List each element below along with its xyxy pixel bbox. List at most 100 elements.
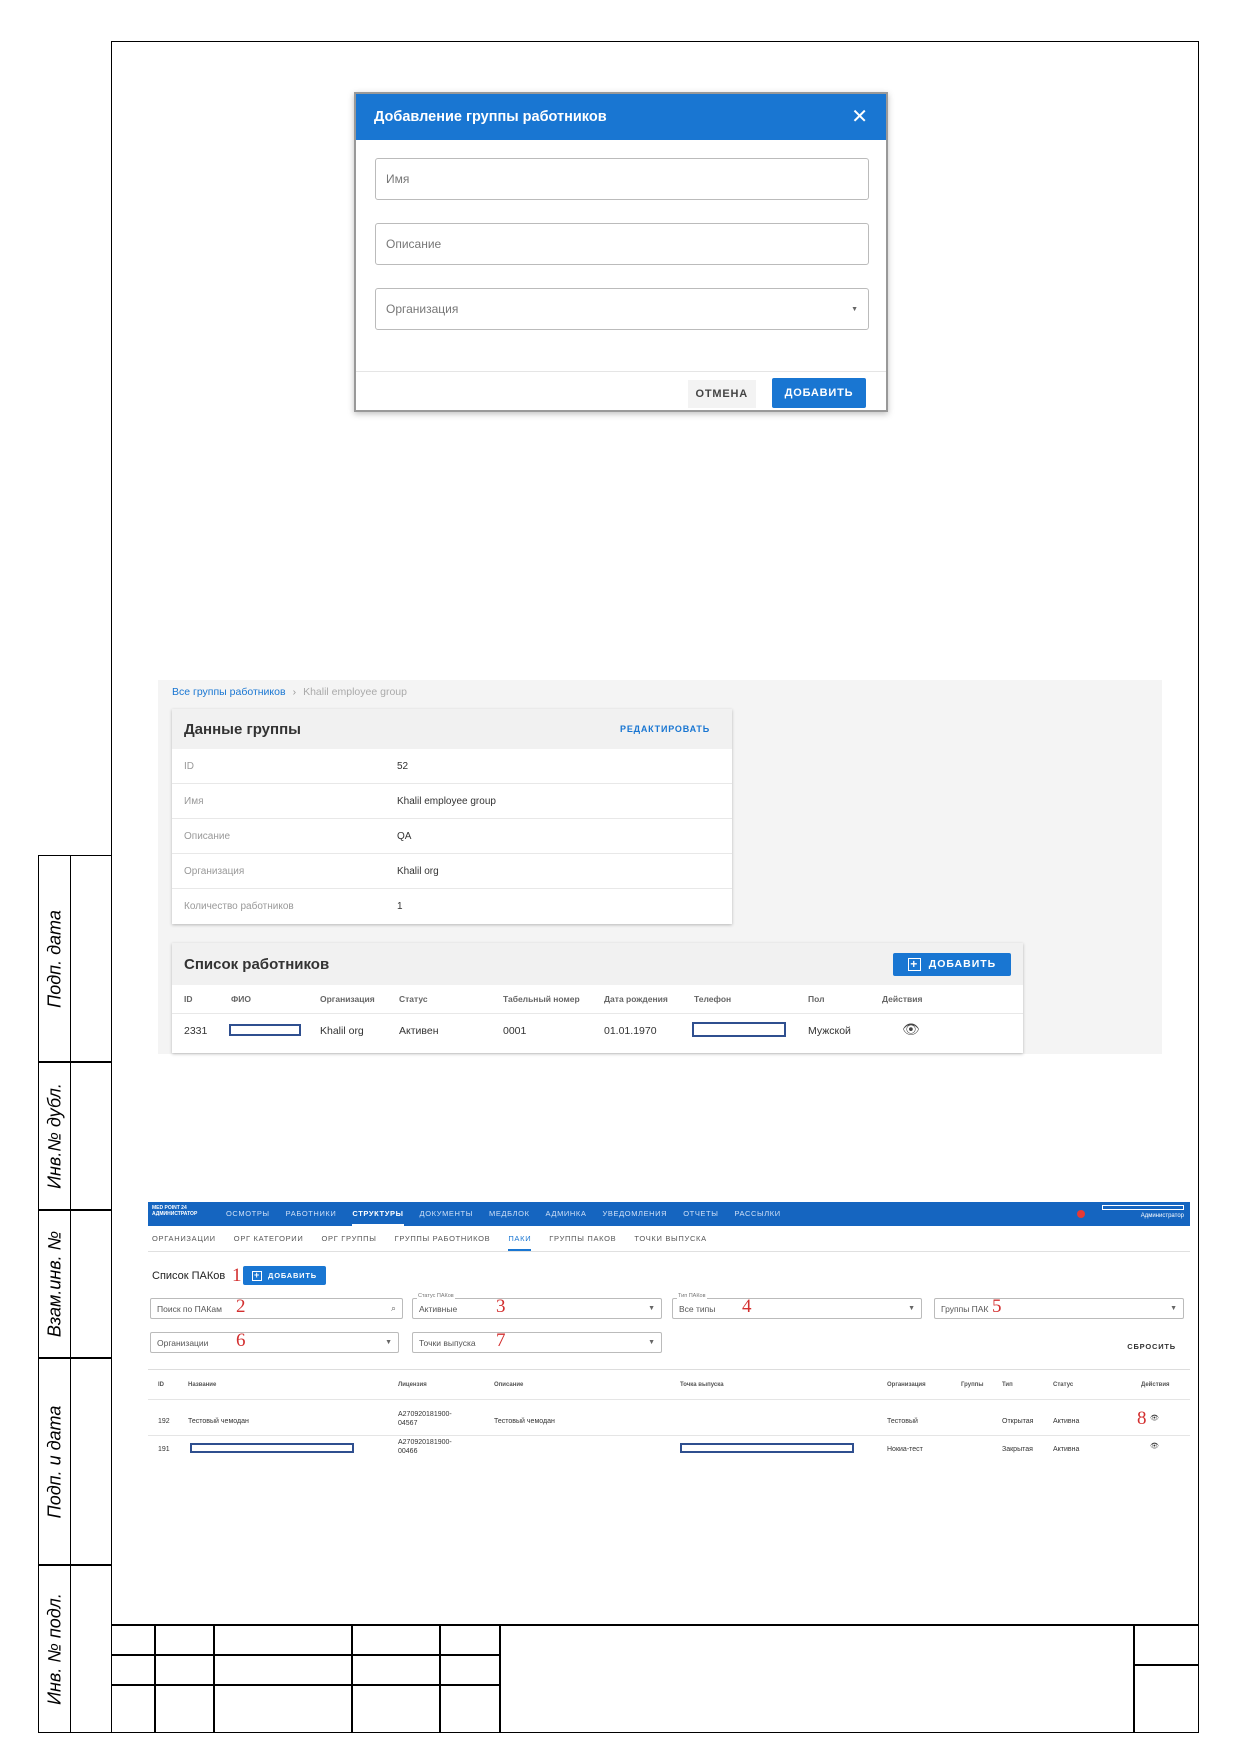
menu-item[interactable]: РАССЫЛКИ (734, 1209, 780, 1226)
organizations-select[interactable]: Организации ▼ (150, 1332, 399, 1353)
detail-value: 1 (397, 901, 403, 912)
table-row: 2331 Khalil org Активен 0001 01.01.1970 … (172, 1013, 1023, 1049)
subnav-item-active[interactable]: ПАКИ (508, 1234, 532, 1251)
menu-item[interactable]: РАБОТНИКИ (286, 1209, 337, 1226)
breadcrumb: Все группы работников › Khalil employee gr… (172, 686, 407, 698)
detail-key: Описание (184, 830, 231, 842)
cell-type: Закрытая (1002, 1446, 1033, 1453)
menu-item-active[interactable]: СТРУКТУРЫ (352, 1209, 404, 1226)
subnav-item[interactable]: ТОЧКИ ВЫПУСКА (634, 1234, 706, 1251)
user-menu[interactable]: Администратор (1102, 1205, 1184, 1223)
cell-id: 192 (158, 1418, 170, 1425)
close-icon[interactable]: ✕ (851, 107, 868, 127)
license-line: 00466 (398, 1448, 418, 1455)
type-value: Все типы (679, 1303, 716, 1314)
divider (148, 1251, 1190, 1252)
dialog-title: Добавление группы работников (374, 109, 607, 125)
cell-description: Тестовый чемодан (494, 1418, 555, 1425)
chevron-down-icon: ▼ (1170, 1305, 1177, 1312)
detail-key: ID (184, 760, 194, 772)
cell-id: 191 (158, 1446, 170, 1453)
status-value: Активные (419, 1303, 458, 1314)
redacted-release-point (680, 1443, 854, 1453)
menu-item[interactable]: МЕДБЛОК (489, 1209, 530, 1226)
menu-item[interactable]: ОСМОТРЫ (226, 1209, 270, 1226)
detail-value: 52 (397, 760, 409, 772)
subnav-item[interactable]: ГРУППЫ РАБОТНИКОВ (395, 1234, 491, 1251)
description-input[interactable]: Описание (375, 223, 869, 265)
points-placeholder: Точки выпуска (419, 1337, 476, 1348)
groups-placeholder: Группы ПАК (941, 1303, 989, 1314)
chevron-down-icon: ▼ (851, 305, 858, 313)
stamp-label: Инв. № подл. (44, 1593, 64, 1705)
cell-id: 2331 (184, 1025, 208, 1037)
name-input[interactable]: Имя (375, 158, 869, 200)
column-header: Организация (887, 1382, 926, 1388)
subnav-item[interactable]: ГРУППЫ ПАКОВ (549, 1234, 616, 1251)
name-placeholder: Имя (386, 172, 410, 186)
stamp-cell: Подп. и дата (38, 1358, 111, 1565)
redacted-phone (692, 1022, 786, 1037)
add-button[interactable]: ДОБАВИТЬ (772, 378, 866, 408)
stamp-label: Подп. и дата (44, 1405, 64, 1518)
table-header: ID ФИО Организация Статус Табельный номе… (172, 985, 1023, 1013)
reset-button[interactable]: СБРОСИТЬ (1127, 1342, 1176, 1351)
notification-dot[interactable] (1077, 1210, 1085, 1218)
type-select[interactable]: Тип ПАКов Все типы ▼ (672, 1293, 922, 1319)
subnav-item[interactable]: ОРГ КАТЕГОРИИ (234, 1234, 304, 1251)
menu-item[interactable]: ОТЧЕТЫ (683, 1209, 718, 1226)
eye-icon[interactable]: 👁 (902, 1021, 920, 1038)
eye-icon[interactable]: 👁 (1150, 1414, 1159, 1423)
menu-item[interactable]: АДМИНКА (546, 1209, 587, 1226)
stamp-label: Взам.инв. № (44, 1230, 64, 1338)
column-header: Действия (1141, 1382, 1170, 1388)
cell-gender: Мужской (808, 1025, 851, 1037)
breadcrumb-root-link[interactable]: Все группы работников (172, 686, 286, 698)
release-points-select[interactable]: Точки выпуска ▼ (412, 1332, 662, 1353)
subnav-item[interactable]: ОРГ ГРУППЫ (322, 1234, 377, 1251)
detail-key: Имя (184, 795, 204, 807)
app-logo: MED POINT 24 АДМИНИСТРАТОР (152, 1205, 197, 1217)
column-header: Название (188, 1382, 217, 1388)
description-placeholder: Описание (386, 237, 442, 251)
subnav-item[interactable]: ОРГАНИЗАЦИИ (152, 1234, 216, 1251)
orgs-placeholder: Организации (157, 1337, 209, 1348)
search-input[interactable]: Поиск по ПАКам ⌕ (150, 1298, 403, 1319)
column-header: Организация (320, 994, 375, 1004)
card-title: Список работников (184, 955, 330, 973)
column-header: ID (184, 994, 193, 1004)
breadcrumb-separator: › (292, 686, 297, 698)
menu-item[interactable]: УВЕДОМЛЕНИЯ (603, 1209, 668, 1226)
menu-item[interactable]: ДОКУМЕНТЫ (420, 1209, 473, 1226)
organization-select[interactable]: Организация ▼ (375, 288, 869, 330)
sub-navigation: ОРГАНИЗАЦИИ ОРГ КАТЕГОРИИ ОРГ ГРУППЫ ГРУ… (152, 1234, 707, 1251)
field-legend: Статус ПАКов (417, 1293, 455, 1299)
cell-type: Открытая (1002, 1418, 1034, 1425)
column-header: Точка выпуска (680, 1382, 724, 1388)
callout-number: 6 (236, 1330, 246, 1351)
cell-status: Активна (1053, 1418, 1080, 1425)
cell-organization: Нокиа-тест (887, 1446, 923, 1453)
logo-line: АДМИНИСТРАТОР (152, 1211, 198, 1217)
column-header: Статус (399, 994, 428, 1004)
search-icon: ⌕ (390, 1303, 396, 1313)
detail-row: Количество работников 1 (172, 889, 732, 924)
stamp-cell: Взам.инв. № (38, 1210, 111, 1358)
stamp-cell: Инв. № подл. (38, 1565, 111, 1733)
status-select[interactable]: Статус ПАКов Активные ▼ (412, 1293, 662, 1319)
plus-icon: + (252, 1270, 263, 1281)
cell-organization: Khalil org (320, 1025, 364, 1037)
group-details-screen: Все группы работников › Khalil employee gr… (158, 680, 1162, 1054)
dialog-footer: ОТМЕНА ДОБАВИТЬ (356, 371, 886, 411)
cancel-button[interactable]: ОТМЕНА (687, 380, 756, 408)
pak-groups-select[interactable]: Группы ПАК ▼ (934, 1298, 1184, 1319)
chevron-down-icon: ▼ (648, 1339, 655, 1346)
stamp-cell: Инв.№ дубл. (38, 1062, 111, 1210)
add-employee-button[interactable]: + ДОБАВИТЬ (893, 952, 1011, 976)
add-pak-button[interactable]: + ДОБАВИТЬ (243, 1266, 326, 1285)
cell-status: Активна (1053, 1446, 1080, 1453)
card-title: Данные группы (184, 720, 301, 738)
column-header: Табельный номер (503, 994, 580, 1004)
eye-icon[interactable]: 👁 (1150, 1442, 1159, 1451)
edit-button[interactable]: РЕДАКТИРОВАТЬ (620, 724, 710, 734)
